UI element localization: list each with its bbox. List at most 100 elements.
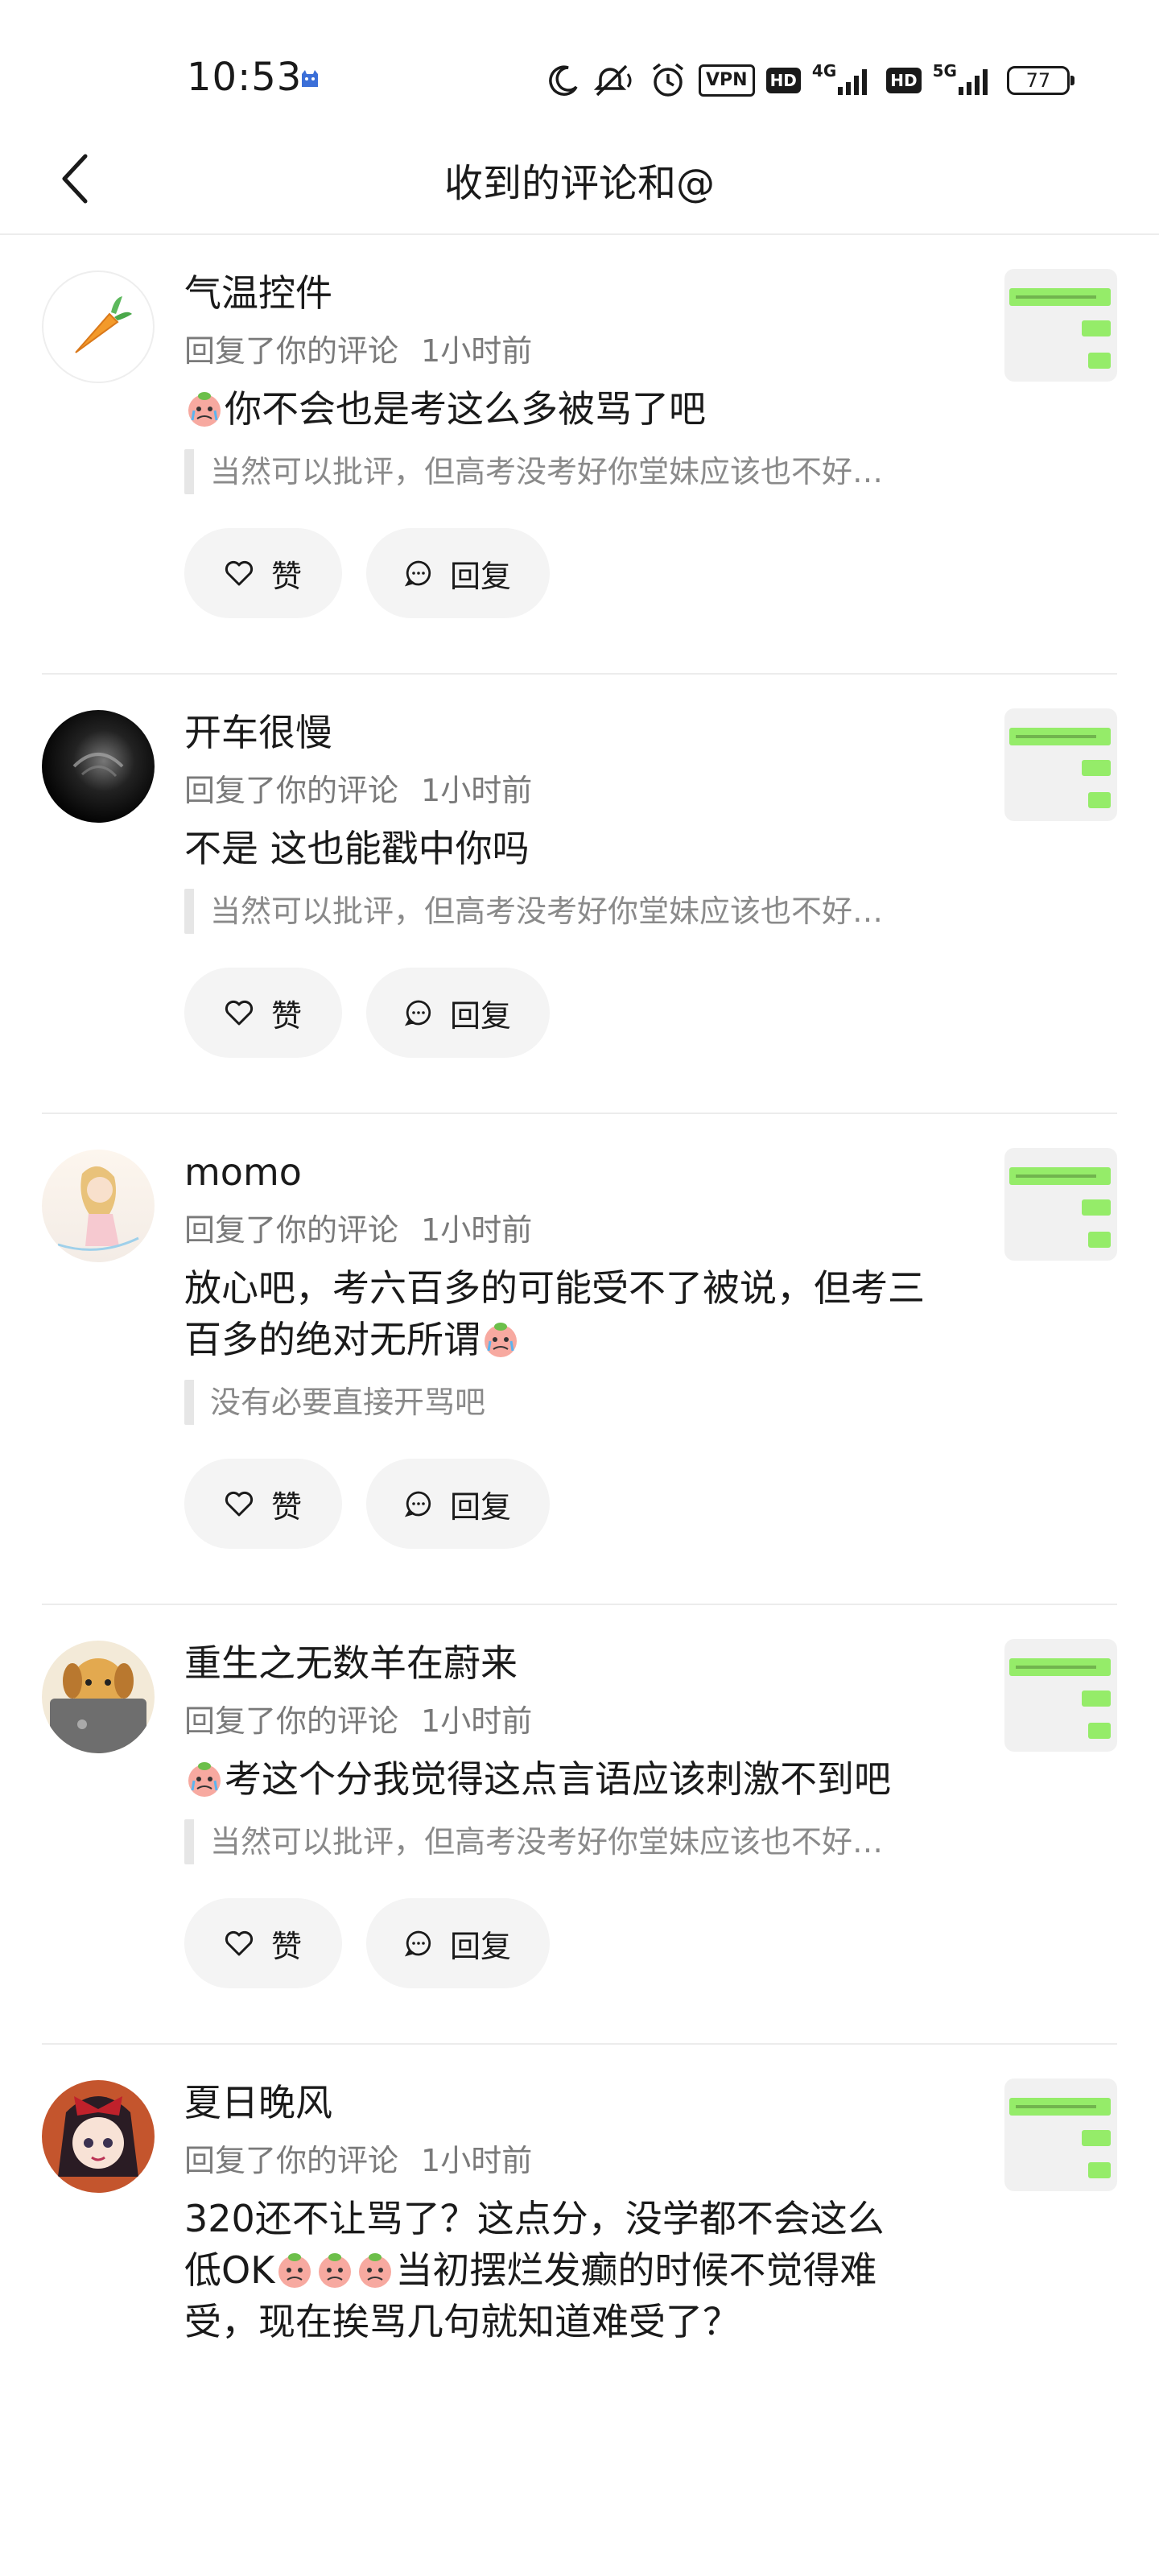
timestamp: 1小时前: [421, 1212, 533, 1248]
comment-actions: 赞 回复: [184, 968, 956, 1113]
status-icons: VPN HD 4G HD 5G 77: [546, 56, 1074, 105]
timestamp: 1小时前: [421, 773, 533, 808]
alarm-icon: [652, 63, 684, 97]
comment-body: 你不会也是考这么多被骂了吧: [225, 387, 706, 431]
comment-text: 320还不让骂了？这点分，没学都不会这么低OK 当初摆烂发癫的时候不觉得难受，现在…: [184, 2193, 908, 2347]
quoted-comment[interactable]: 当然可以批评，但高考没考好你堂妹应该也不好…: [184, 889, 956, 934]
heart-icon: [225, 1491, 254, 1517]
comment-meta: 回复了你的评论 1小时前: [184, 1699, 956, 1744]
reply-button[interactable]: 回复: [366, 968, 550, 1058]
avatar[interactable]: [42, 270, 155, 383]
network-type: 4G: [811, 61, 837, 80]
comment-list: 气温控件 回复了你的评论 1小时前 你不会也是考这么多被骂了吧 当然可以批评，但高…: [0, 235, 1159, 2347]
comment-actions: 赞 回复: [184, 528, 956, 673]
page-title: 收到的评论和@: [443, 161, 715, 206]
post-thumbnail[interactable]: [1004, 1639, 1117, 1752]
user-name[interactable]: 气温控件: [184, 267, 956, 319]
comment-text: 放心吧，考六百多的可能受不了被说，但考三百多的绝对无所谓: [184, 1262, 956, 1365]
reply-label: 回复: [449, 1488, 511, 1525]
quoted-comment[interactable]: 当然可以批评，但高考没考好你堂妹应该也不好…: [184, 449, 956, 494]
like-button[interactable]: 赞: [184, 1459, 342, 1549]
comment-meta: 回复了你的评论 1小时前: [184, 328, 956, 374]
comment-actions: 赞 回复: [184, 1459, 956, 1604]
avatar[interactable]: [42, 1150, 155, 1262]
comment-meta: 回复了你的评论 1小时前: [184, 2138, 908, 2183]
comment-item[interactable]: momo 回复了你的评论 1小时前 放心吧，考六百多的可能受不了被说，但考三百多的…: [42, 1114, 1117, 1605]
reply-label: 回复: [449, 997, 511, 1034]
timestamp: 1小时前: [421, 333, 533, 369]
user-name[interactable]: 重生之无数羊在蔚来: [184, 1637, 956, 1689]
comment-item[interactable]: 开车很慢 回复了你的评论 1小时前 不是 这也能戳中你吗 当然可以批评，但高考没考…: [42, 675, 1117, 1114]
battery-icon: 77: [1006, 66, 1074, 95]
user-name[interactable]: 开车很慢: [184, 707, 956, 758]
avatar[interactable]: [42, 1641, 155, 1753]
comment-meta: 回复了你的评论 1小时前: [184, 1208, 956, 1253]
signal-icon-2: [958, 69, 988, 95]
reply-label: 回复: [449, 1928, 511, 1964]
avatar[interactable]: [42, 2080, 155, 2193]
crying-emoji-icon: [188, 392, 221, 427]
reply-label: 回复: [449, 558, 511, 594]
nav-header: 收到的评论和@: [0, 129, 1159, 235]
user-name[interactable]: momo: [184, 1146, 956, 1198]
crying-emoji-icon: [188, 1762, 221, 1797]
heart-icon: [225, 560, 254, 586]
reply-button[interactable]: 回复: [366, 1898, 550, 1988]
comment-item[interactable]: 夏日晚风 回复了你的评论 1小时前 320还不让骂了？这点分，没学都不会这么低OK…: [42, 2045, 1117, 2347]
comment-item[interactable]: 气温控件 回复了你的评论 1小时前 你不会也是考这么多被骂了吧 当然可以批评，但高…: [42, 235, 1117, 675]
vpn-badge: VPN: [699, 64, 755, 97]
reply-button[interactable]: 回复: [366, 1459, 550, 1549]
comment-text: 不是 这也能戳中你吗: [184, 827, 530, 870]
quoted-comment[interactable]: 当然可以批评，但高考没考好你堂妹应该也不好…: [184, 1819, 956, 1864]
carrot-avatar-icon: [75, 296, 132, 353]
post-thumbnail[interactable]: [1004, 269, 1117, 382]
anime-girl-avatar-icon: [58, 2096, 138, 2177]
status-time: 10:53: [187, 55, 303, 100]
heart-icon: [225, 1000, 254, 1026]
post-thumbnail[interactable]: [1004, 2079, 1117, 2191]
hd-badge-2: HD: [886, 68, 922, 93]
reply-type: 回复了你的评论: [184, 2143, 399, 2178]
crying-emoji-icon: [485, 1323, 517, 1357]
post-thumbnail[interactable]: [1004, 1148, 1117, 1261]
hd-badge: HD: [765, 68, 801, 93]
chat-bubble-icon: [404, 1491, 431, 1517]
user-name[interactable]: 夏日晚风: [184, 2077, 908, 2128]
timestamp: 1小时前: [421, 1703, 533, 1739]
reply-type: 回复了你的评论: [184, 333, 399, 369]
crying-emoji-icon: [278, 2253, 311, 2288]
like-label: 赞: [270, 1488, 302, 1525]
post-thumbnail[interactable]: [1004, 708, 1117, 821]
mute-icon: [593, 64, 632, 97]
network-type-2: 5G: [932, 61, 957, 80]
quoted-comment[interactable]: 没有必要直接开骂吧: [184, 1380, 956, 1425]
reply-button[interactable]: 回复: [366, 528, 550, 618]
app-notification-icon: [302, 70, 318, 87]
like-label: 赞: [270, 558, 302, 594]
comment-text: 你不会也是考这么多被骂了吧: [184, 383, 956, 435]
reply-type: 回复了你的评论: [184, 773, 399, 808]
chat-bubble-icon: [404, 1930, 431, 1957]
illustrated-girl-avatar-icon: [57, 1166, 139, 1251]
like-button[interactable]: 赞: [184, 968, 342, 1058]
comment-meta: 回复了你的评论 1小时前: [184, 768, 956, 813]
comment-item[interactable]: 重生之无数羊在蔚来 回复了你的评论 1小时前 考这个分我觉得这点言语应该刺激不到吧…: [42, 1605, 1117, 2045]
battery-level: 77: [1025, 69, 1051, 92]
comment-text: 考这个分我觉得这点言语应该刺激不到吧: [184, 1753, 956, 1805]
comment-body: 放心吧，考六百多的可能受不了被说，但考三百多的绝对无所谓: [184, 1266, 925, 1361]
signal-icon: [838, 69, 868, 95]
timestamp: 1小时前: [421, 2143, 533, 2178]
chat-bubble-icon: [404, 1000, 431, 1026]
dog-laptop-avatar-icon: [50, 1658, 146, 1753]
chat-bubble-icon: [404, 560, 431, 587]
like-button[interactable]: 赞: [184, 528, 342, 618]
like-label: 赞: [270, 997, 302, 1034]
comment-body: 考这个分我觉得这点言语应该刺激不到吧: [225, 1757, 891, 1801]
reply-type: 回复了你的评论: [184, 1703, 399, 1739]
like-label: 赞: [270, 1928, 302, 1964]
crying-emoji-icon: [359, 2253, 392, 2288]
comment-actions: 赞 回复: [184, 1898, 956, 2043]
like-button[interactable]: 赞: [184, 1898, 342, 1988]
heart-icon: [225, 1930, 254, 1956]
avatar[interactable]: [42, 710, 155, 823]
